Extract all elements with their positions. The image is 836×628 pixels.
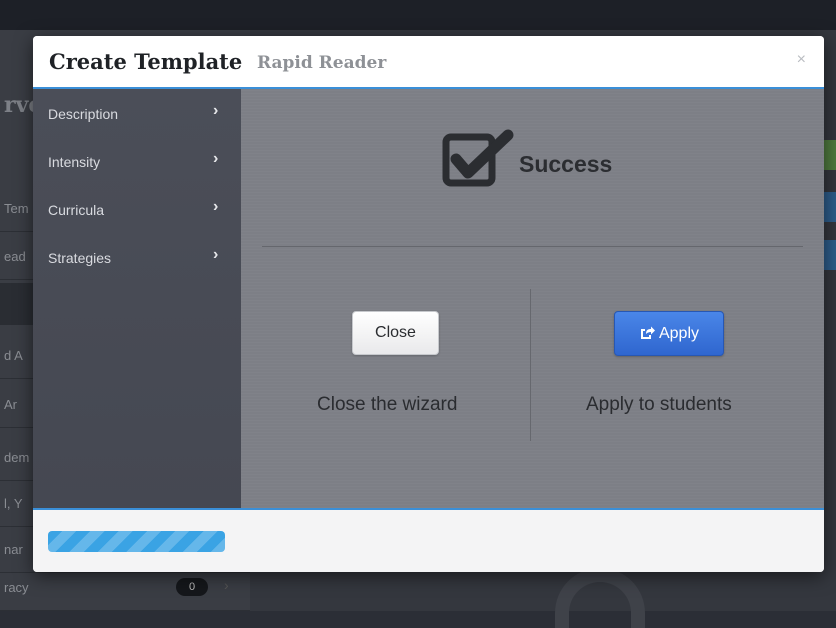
progress-bar-fill: [48, 531, 225, 552]
sidebar-item-label: Strategies: [48, 250, 112, 266]
chevron-right-icon: ›: [213, 198, 219, 215]
background-button-blue: [824, 192, 836, 222]
sidebar-item-label: Intensity: [48, 154, 101, 170]
create-template-modal: Create Template Rapid Reader × Descripti…: [33, 36, 824, 572]
background-topbar: [0, 0, 836, 30]
chevron-right-icon: ›: [224, 577, 229, 593]
chevron-right-icon: ›: [213, 150, 219, 167]
chevron-right-icon: ›: [213, 102, 219, 119]
background-count-badge: 0: [176, 578, 208, 596]
modal-footer: [33, 508, 824, 572]
wizard-sidebar: Description › Intensity › Curricula › St…: [33, 89, 241, 508]
divider: [530, 289, 531, 441]
sidebar-item-label: Description: [48, 106, 119, 122]
background-button-green: [822, 140, 836, 170]
modal-title: Create Template: [49, 49, 243, 74]
checkbox-checked-icon: [442, 129, 514, 187]
sidebar-item-description[interactable]: Description ›: [33, 89, 241, 137]
apply-caption: Apply to students: [586, 394, 732, 415]
sidebar-item-curricula[interactable]: Curricula ›: [33, 185, 241, 233]
close-caption: Close the wizard: [317, 394, 458, 415]
close-button[interactable]: Close: [352, 311, 439, 355]
apply-button[interactable]: Apply: [614, 311, 724, 356]
apply-button-label: Apply: [658, 325, 700, 342]
sidebar-item-strategies[interactable]: Strategies ›: [33, 233, 241, 281]
divider: [262, 246, 803, 247]
share-icon: [640, 326, 655, 339]
sidebar-item-label: Curricula: [48, 202, 105, 218]
sidebar-item-intensity[interactable]: Intensity ›: [33, 137, 241, 185]
background-button-blue: [824, 240, 836, 270]
progress-bar: [48, 531, 225, 552]
chevron-right-icon: ›: [213, 246, 219, 263]
modal-header: Create Template Rapid Reader ×: [33, 36, 824, 89]
close-icon[interactable]: ×: [797, 51, 806, 69]
success-status-text: Success: [519, 151, 613, 177]
modal-subtitle: Rapid Reader: [257, 53, 387, 73]
wizard-content: Success Close Close the wizard Apply App…: [241, 89, 824, 508]
